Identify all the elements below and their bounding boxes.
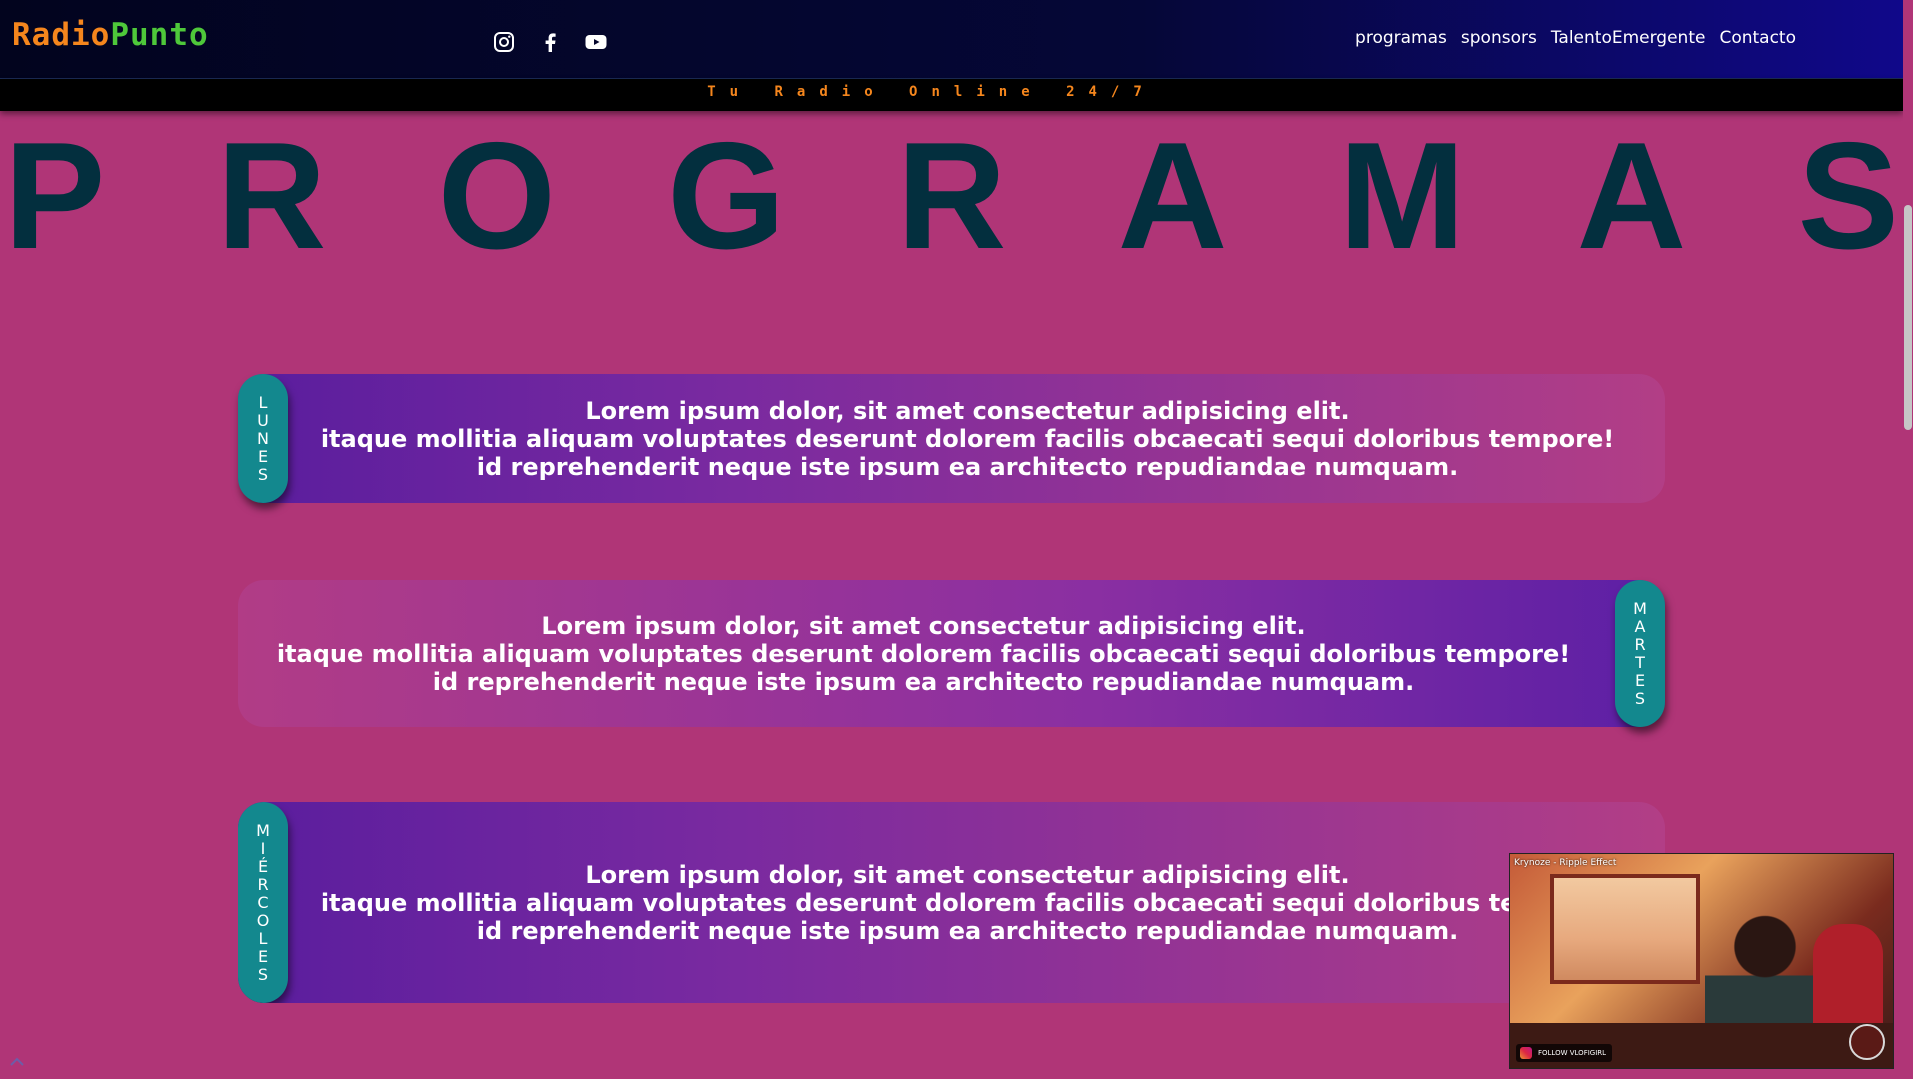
program-line: Lorem ipsum dolor, sit amet consectetur … xyxy=(585,396,1350,425)
scrollbar-track[interactable] xyxy=(1903,0,1913,1079)
program-line: itaque mollitia aliquam voluptates deser… xyxy=(276,639,1571,668)
scrollbar-thumb[interactable] xyxy=(1904,205,1912,430)
day-letter: E xyxy=(1634,670,1646,690)
day-letter: T xyxy=(1635,652,1645,672)
logo[interactable]: RadioPunto xyxy=(12,20,209,51)
nav-link-sponsors[interactable]: sponsors xyxy=(1461,26,1537,50)
logo-part-radio: Radio xyxy=(12,17,111,53)
day-letter: S xyxy=(1634,688,1646,708)
day-letter: É xyxy=(257,856,269,876)
title-letter: O xyxy=(437,111,556,281)
title-letter: P xyxy=(4,111,106,281)
title-letter: A xyxy=(1117,111,1228,281)
day-letter: E xyxy=(257,946,269,966)
social-links xyxy=(492,30,608,54)
program-line: id reprehenderit neque iste ipsum ea arc… xyxy=(476,916,1459,945)
program-card-martes: Lorem ipsum dolor, sit amet consectetur … xyxy=(238,580,1665,727)
nav-link-programas[interactable]: programas xyxy=(1355,26,1447,50)
program-line: id reprehenderit neque iste ipsum ea arc… xyxy=(432,667,1415,696)
day-letter: M xyxy=(1633,598,1647,618)
logo-part-punto: Punto xyxy=(110,17,209,53)
video-title: Krynoze - Ripple Effect xyxy=(1514,858,1617,868)
youtube-icon[interactable] xyxy=(584,30,608,54)
program-line: itaque mollitia aliquam voluptates deser… xyxy=(320,888,1615,917)
day-letter: L xyxy=(258,928,268,948)
day-letter: N xyxy=(257,428,269,448)
day-tab-lunes[interactable]: LUNES xyxy=(238,374,288,503)
day-letter: M xyxy=(256,820,270,840)
program-card-lunes: LUNES Lorem ipsum dolor, sit amet consec… xyxy=(238,374,1665,503)
video-scene-window xyxy=(1550,874,1700,984)
day-tab-martes[interactable]: MARTES xyxy=(1615,580,1665,727)
nav-link-contacto[interactable]: Contacto xyxy=(1719,26,1796,50)
title-letter: S xyxy=(1797,111,1899,281)
title-letter: M xyxy=(1338,111,1466,281)
title-letter: R xyxy=(896,111,1007,281)
day-letter: E xyxy=(257,446,269,466)
day-letter: A xyxy=(1634,616,1646,636)
program-description: Lorem ipsum dolor, sit amet consectetur … xyxy=(277,612,1626,696)
program-card-miercoles: MIÉRCOLES Lorem ipsum dolor, sit amet co… xyxy=(238,802,1665,1003)
program-line: Lorem ipsum dolor, sit amet consectetur … xyxy=(585,860,1350,889)
tagline-bar: Tu Radio Online 24/7 xyxy=(0,79,1903,111)
day-letter: C xyxy=(257,892,269,912)
program-line: id reprehenderit neque iste ipsum ea arc… xyxy=(476,452,1459,481)
day-letter: S xyxy=(257,464,269,484)
day-letter: I xyxy=(260,838,266,858)
title-letter: A xyxy=(1576,111,1687,281)
day-letter: R xyxy=(257,874,269,894)
program-line: itaque mollitia aliquam voluptates deser… xyxy=(320,424,1615,453)
chevron-up-icon[interactable] xyxy=(10,1057,24,1067)
site-header: RadioPunto programas sponsors TalentoEme… xyxy=(0,0,1903,79)
day-letter: R xyxy=(1634,634,1646,654)
title-letter: R xyxy=(216,111,327,281)
day-tab-miercoles[interactable]: MIÉRCOLES xyxy=(238,802,288,1003)
video-player[interactable]: Krynoze - Ripple Effect FOLLOW VLOFIGIRL xyxy=(1510,854,1893,1068)
tagline: Tu Radio Online 24/7 xyxy=(707,84,1156,100)
page: RadioPunto programas sponsors TalentoEme… xyxy=(0,0,1913,1079)
follow-badge[interactable]: FOLLOW VLOFIGIRL xyxy=(1516,1044,1613,1062)
program-description: Lorem ipsum dolor, sit amet consectetur … xyxy=(289,861,1614,945)
instagram-icon xyxy=(1520,1047,1532,1059)
channel-avatar[interactable] xyxy=(1849,1024,1885,1060)
program-line: Lorem ipsum dolor, sit amet consectetur … xyxy=(541,611,1306,640)
follow-label: FOLLOW VLOFIGIRL xyxy=(1538,1049,1607,1057)
main-nav: programas sponsors TalentoEmergente Cont… xyxy=(1355,26,1796,50)
nav-link-talento-emergente[interactable]: TalentoEmergente xyxy=(1551,26,1706,50)
facebook-icon[interactable] xyxy=(538,30,562,54)
day-letter: S xyxy=(257,964,269,984)
program-description: Lorem ipsum dolor, sit amet consectetur … xyxy=(289,397,1614,481)
title-letter: G xyxy=(667,111,786,281)
day-letter: O xyxy=(256,910,270,930)
day-letter: L xyxy=(258,392,268,412)
day-letter: U xyxy=(257,410,269,430)
page-title: P R O G R A M A S xyxy=(0,111,1903,281)
instagram-icon[interactable] xyxy=(492,30,516,54)
